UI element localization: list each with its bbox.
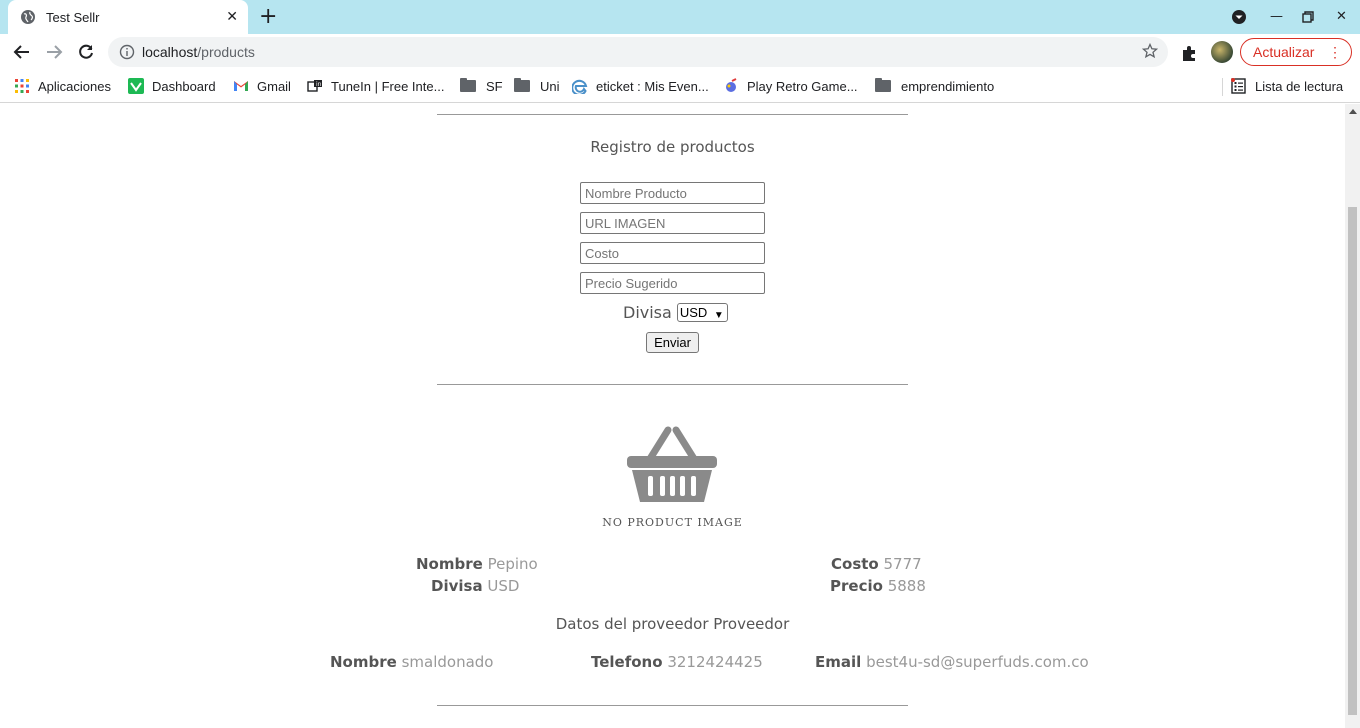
scroll-up-arrow-icon[interactable] bbox=[1349, 109, 1357, 114]
bookmarks-separator bbox=[1222, 78, 1223, 96]
chevron-down-icon: ▼ bbox=[713, 310, 724, 321]
bookmark-dashboard[interactable]: Dashboard bbox=[128, 77, 216, 95]
bookmark-folder-emprendimiento[interactable]: emprendimiento bbox=[875, 77, 994, 95]
minimize-icon[interactable]: — bbox=[1270, 9, 1283, 25]
dashboard-icon bbox=[128, 78, 144, 94]
restore-icon[interactable] bbox=[1302, 11, 1314, 23]
product-name-input[interactable] bbox=[580, 182, 765, 204]
product-currency: Divisa USD bbox=[431, 577, 520, 595]
bookmark-gmail[interactable]: Gmail bbox=[233, 77, 291, 95]
forward-arrow-icon[interactable] bbox=[44, 42, 64, 62]
product-cost: Costo 5777 bbox=[831, 555, 922, 573]
bookmark-retro-games[interactable]: Play Retro Game... bbox=[723, 77, 858, 95]
address-bar[interactable]: localhost/products bbox=[108, 37, 1168, 67]
reading-list-icon bbox=[1231, 78, 1246, 94]
provider-name: Nombre smaldonado bbox=[330, 653, 494, 671]
shopping-basket-icon bbox=[627, 426, 717, 502]
bookmarks-bar: Aplicaciones Dashboard Gmail in TuneIn |… bbox=[0, 70, 1360, 103]
update-button[interactable]: Actualizar ⋮ bbox=[1240, 38, 1352, 66]
close-tab-icon[interactable]: ✕ bbox=[226, 9, 238, 25]
currency-label: Divisa bbox=[623, 303, 672, 322]
menu-dots-icon[interactable]: ⋮ bbox=[1328, 39, 1342, 65]
page-content: Registro de productos Divisa USD ▼ Envia… bbox=[0, 104, 1345, 728]
image-url-input[interactable] bbox=[580, 212, 765, 234]
svg-text:in: in bbox=[316, 81, 322, 88]
divider bbox=[437, 705, 908, 706]
bookmark-tunein[interactable]: in TuneIn | Free Inte... bbox=[307, 77, 444, 95]
new-tab-icon[interactable]: + bbox=[259, 5, 277, 29]
provider-title: Datos del proveedor Proveedor bbox=[555, 615, 790, 633]
form-title: Registro de productos bbox=[590, 138, 755, 156]
folder-icon bbox=[460, 78, 476, 92]
provider-email: Email best4u-sd@superfuds.com.co bbox=[815, 653, 1089, 671]
product-price: Precio 5888 bbox=[830, 577, 926, 595]
bookmark-folder-uni[interactable]: Uni bbox=[514, 77, 560, 95]
vertical-scrollbar[interactable] bbox=[1345, 104, 1360, 728]
suggested-price-input[interactable] bbox=[580, 272, 765, 294]
scrollbar-thumb[interactable] bbox=[1348, 207, 1357, 715]
cost-input[interactable] bbox=[580, 242, 765, 264]
profile-avatar[interactable] bbox=[1211, 41, 1233, 63]
folder-icon bbox=[514, 78, 530, 92]
bookmark-star-icon[interactable] bbox=[1142, 43, 1158, 59]
gmail-icon bbox=[234, 81, 248, 91]
currency-row: Divisa USD ▼ bbox=[623, 303, 728, 322]
reading-list[interactable]: Lista de lectura bbox=[1231, 77, 1343, 95]
tunein-icon: in bbox=[307, 80, 322, 92]
game-icon bbox=[726, 78, 737, 92]
browser-tab[interactable]: Test Sellr ✕ bbox=[8, 0, 248, 34]
no-product-image-caption: NO PRODUCT IMAGE bbox=[602, 516, 743, 529]
bookmark-folder-sf[interactable]: SF bbox=[460, 77, 503, 95]
extensions-puzzle-icon[interactable] bbox=[1181, 44, 1199, 62]
bookmark-eticket[interactable]: eticket : Mis Even... bbox=[572, 77, 709, 95]
product-name: Nombre Pepino bbox=[416, 555, 538, 573]
url-text: localhost/products bbox=[142, 44, 255, 60]
tab-strip: Test Sellr ✕ + — ✕ bbox=[0, 0, 1360, 34]
browser-toolbar: localhost/products Actualizar ⋮ bbox=[0, 34, 1360, 70]
tab-search-icon[interactable] bbox=[1231, 9, 1247, 25]
submit-button[interactable]: Enviar bbox=[646, 332, 699, 353]
reload-icon[interactable] bbox=[76, 42, 96, 62]
currency-select[interactable]: USD ▼ bbox=[676, 303, 728, 322]
site-info-icon[interactable] bbox=[119, 44, 135, 60]
folder-icon bbox=[875, 78, 891, 92]
bookmark-apps[interactable]: Aplicaciones bbox=[14, 77, 111, 95]
provider-phone: Telefono 3212424425 bbox=[591, 653, 763, 671]
close-window-icon[interactable]: ✕ bbox=[1336, 9, 1347, 25]
tab-title: Test Sellr bbox=[46, 9, 100, 25]
apps-grid-icon bbox=[15, 79, 29, 93]
back-arrow-icon[interactable] bbox=[12, 42, 32, 62]
globe-icon bbox=[21, 10, 35, 24]
edge-icon bbox=[572, 79, 588, 94]
divider bbox=[437, 384, 908, 385]
divider bbox=[437, 114, 908, 115]
